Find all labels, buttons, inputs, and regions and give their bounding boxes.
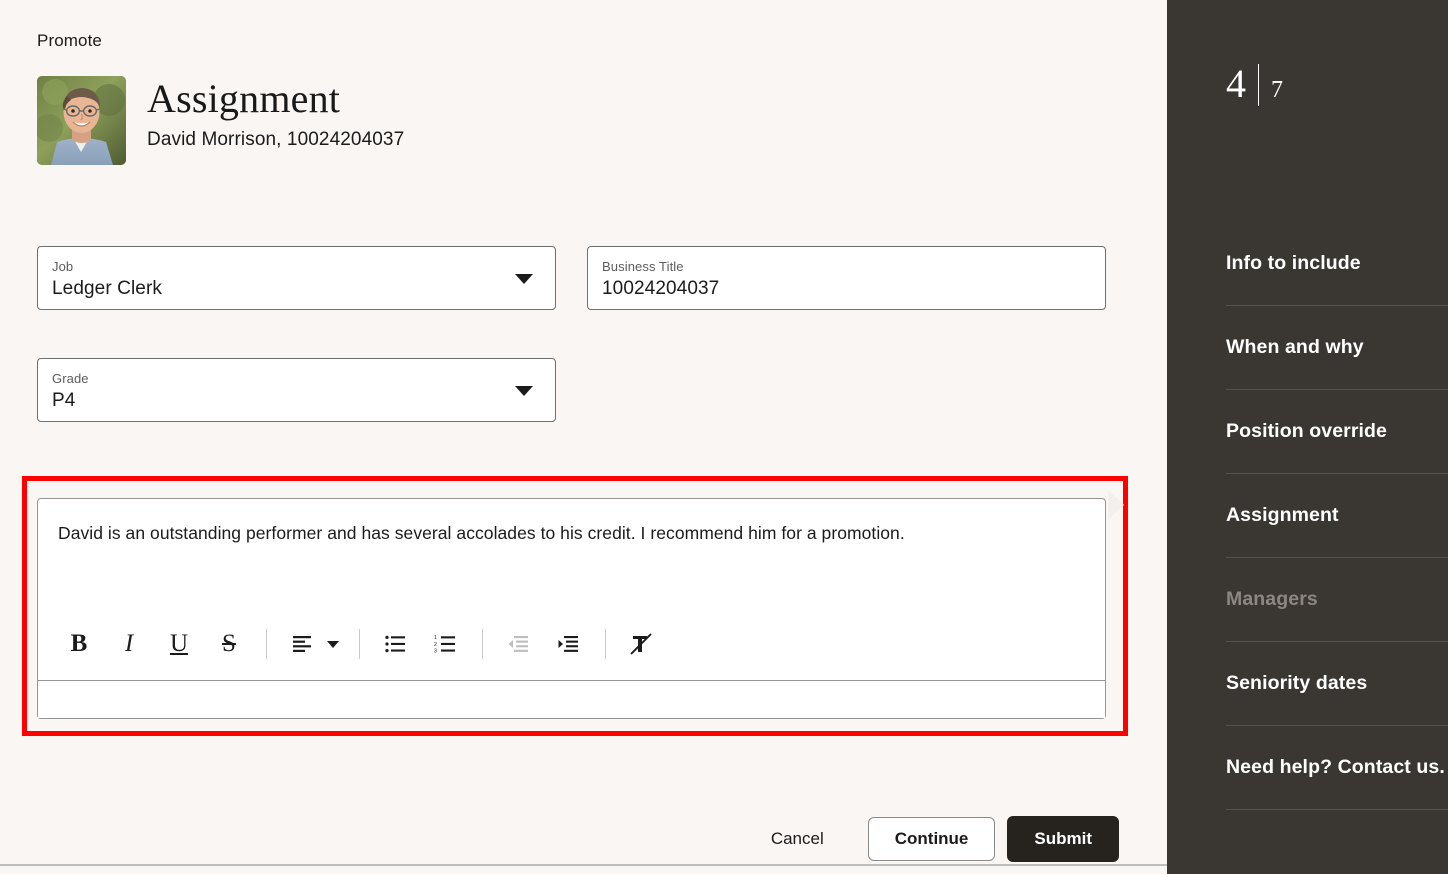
job-value: Ledger Clerk	[52, 278, 162, 299]
breadcrumb: Promote	[37, 31, 102, 50]
svg-text:3: 3	[434, 648, 437, 654]
sidebar-item-when-and-why[interactable]: When and why	[1226, 306, 1448, 390]
business-title-value: 10024204037	[602, 278, 720, 299]
outdent-icon[interactable]	[501, 627, 535, 661]
sidebar-item-info-to-include[interactable]: Info to include	[1226, 222, 1448, 306]
toolbar-divider-1	[266, 629, 267, 659]
sidebar-item-label: When and why	[1226, 336, 1364, 358]
main-content-panel: Promote Assignment David Morrison, 10024…	[0, 0, 1167, 874]
svg-text:2: 2	[434, 642, 437, 648]
sidebar-item-managers: Managers	[1226, 558, 1448, 642]
chevron-down-icon[interactable]	[327, 640, 339, 648]
sidebar-item-label: Managers	[1226, 588, 1318, 610]
svg-text:1: 1	[434, 635, 437, 641]
active-step-pointer-icon	[1108, 490, 1124, 520]
align-left-icon[interactable]	[285, 627, 319, 661]
business-title-label: Business Title	[602, 259, 684, 274]
sidebar-item-assignment[interactable]: Assignment	[1226, 474, 1448, 558]
bulleted-list-icon[interactable]	[378, 627, 412, 661]
wizard-step-list: Info to include When and why Position ov…	[1226, 222, 1448, 810]
editor-content[interactable]: David is an outstanding performer and ha…	[58, 521, 1085, 545]
continue-button[interactable]: Continue	[867, 817, 996, 861]
page-title: Assignment	[147, 76, 341, 121]
cancel-button[interactable]: Cancel	[757, 821, 838, 857]
editor-status-bar	[38, 680, 1105, 718]
submit-button[interactable]: Submit	[1007, 816, 1119, 862]
sidebar-item-label: Position override	[1226, 420, 1387, 442]
sidebar-item-label: Seniority dates	[1226, 672, 1368, 694]
avatar	[37, 76, 126, 165]
toolbar-divider-3	[482, 629, 483, 659]
job-select[interactable]: Job Ledger Clerk	[37, 246, 556, 310]
editor-body[interactable]: David is an outstanding performer and ha…	[38, 499, 1105, 680]
business-title-field[interactable]: Business Title 10024204037	[587, 246, 1106, 310]
step-indicator: 4 7	[1226, 64, 1283, 106]
sidebar-item-seniority-dates[interactable]: Seniority dates	[1226, 642, 1448, 726]
job-label: Job	[52, 259, 74, 274]
step-total: 7	[1271, 77, 1283, 103]
toolbar-divider-2	[359, 629, 360, 659]
chevron-down-icon[interactable]	[515, 386, 533, 396]
editor-toolbar: B I U S 1 2 3	[38, 608, 1105, 680]
bottom-divider	[0, 864, 1167, 866]
sidebar-item-label: Need help? Contact us.	[1226, 756, 1445, 778]
toolbar-divider-4	[605, 629, 606, 659]
grade-label: Grade	[52, 371, 89, 386]
person-name-and-id: David Morrison, 10024204037	[147, 129, 405, 150]
sidebar-item-label: Info to include	[1226, 252, 1361, 274]
underline-icon[interactable]: U	[162, 627, 196, 661]
step-separator	[1258, 64, 1259, 106]
action-bar: Cancel Continue Submit	[0, 816, 1167, 862]
strikethrough-icon[interactable]: S	[212, 627, 246, 661]
person-identity: Assignment David Morrison, 10024204037	[147, 76, 404, 151]
promote-assignment-screen: Promote Assignment David Morrison, 10024…	[0, 0, 1448, 874]
sidebar-item-need-help-contact-us[interactable]: Need help? Contact us.	[1226, 726, 1448, 810]
numbered-list-icon[interactable]: 1 2 3	[428, 627, 462, 661]
sidebar-item-position-override[interactable]: Position override	[1226, 390, 1448, 474]
step-current: 4	[1226, 61, 1246, 106]
italic-icon[interactable]: I	[112, 627, 146, 661]
chevron-down-icon[interactable]	[515, 274, 533, 284]
wizard-sidebar: 4 7 Info to include When and why Positio…	[1108, 0, 1448, 874]
grade-value: P4	[52, 390, 76, 411]
clear-formatting-icon[interactable]	[624, 627, 658, 661]
grade-select[interactable]: Grade P4	[37, 358, 556, 422]
sidebar-item-label: Assignment	[1226, 504, 1339, 526]
comment-rich-text-editor[interactable]: David is an outstanding performer and ha…	[37, 498, 1106, 719]
bold-icon[interactable]: B	[62, 627, 96, 661]
indent-icon[interactable]	[551, 627, 585, 661]
person-header: Assignment David Morrison, 10024204037	[37, 76, 404, 165]
